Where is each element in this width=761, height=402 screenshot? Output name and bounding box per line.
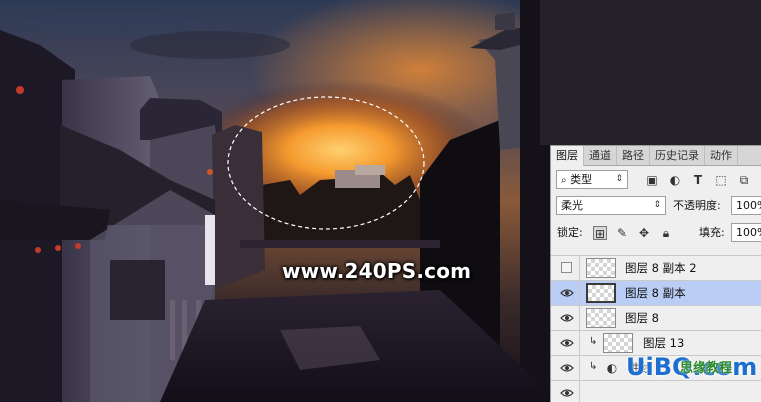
- updown-chevron-icon: ⇕: [615, 174, 623, 184]
- filter-row: ⌕ 类型 ⇕ ▣ ◐ T ⬚ ⧉: [551, 170, 761, 190]
- layer-row-13[interactable]: ↳ 图层 13: [551, 330, 761, 356]
- eye-icon[interactable]: [560, 363, 574, 373]
- layer-row-8[interactable]: 图层 8: [551, 305, 761, 331]
- lock-label: 锁定:: [557, 226, 583, 239]
- visibility-toggle-off[interactable]: [561, 262, 572, 273]
- tab-paths[interactable]: 路径: [617, 146, 650, 165]
- lock-row: 锁定: ⊞ ✎ ✥ 🔒︎ 填充: 100%: [551, 223, 761, 243]
- blend-row: 柔光 ⇕ 不透明度: 100%: [551, 196, 761, 216]
- fill-input[interactable]: 100%: [731, 223, 761, 242]
- eye-icon[interactable]: [560, 388, 574, 398]
- layer-name: 图层 13: [643, 336, 685, 350]
- tab-channels[interactable]: 通道: [584, 146, 617, 165]
- layer-row-8-copy-2[interactable]: 图层 8 副本 2: [551, 255, 761, 281]
- lock-image-pixels-icon[interactable]: ✎: [615, 226, 629, 240]
- layer-thumbnail: [586, 283, 616, 303]
- shape-layer-filter-icon[interactable]: ⬚: [714, 173, 728, 187]
- adjustment-layer-icon: ◐: [606, 361, 618, 375]
- layer-thumbnail: [586, 308, 616, 328]
- adjustment-layer-filter-icon[interactable]: ◐: [668, 173, 682, 187]
- lock-transparent-pixels-icon[interactable]: ⊞: [593, 226, 607, 241]
- type-layer-filter-icon[interactable]: T: [691, 173, 705, 187]
- filter-kind-value: 类型: [570, 173, 593, 186]
- blend-mode-value: 柔光: [561, 199, 583, 212]
- layer-name: 图层 8: [625, 311, 659, 325]
- updown-chevron-icon: ⇕: [653, 200, 661, 210]
- blend-mode-select[interactable]: 柔光 ⇕: [556, 196, 666, 215]
- clipping-mask-arrow-icon: ↳: [589, 361, 598, 372]
- layer-thumbnail: [603, 333, 633, 353]
- opacity-input[interactable]: 100%: [731, 196, 761, 215]
- layer-row-8-copy[interactable]: 图层 8 副本: [551, 280, 761, 306]
- tab-layers[interactable]: 图层: [551, 146, 584, 166]
- layer-thumbnail: [586, 258, 616, 278]
- tab-history[interactable]: 历史记录: [650, 146, 705, 165]
- corner-brand-cn-watermark: 思缘教程: [680, 361, 733, 376]
- eye-icon[interactable]: [560, 313, 574, 323]
- layer-row-partial[interactable]: [551, 380, 761, 402]
- opacity-label: 不透明度:: [673, 199, 721, 212]
- pixel-layer-filter-icon[interactable]: ▣: [645, 173, 659, 187]
- site-watermark: www.240PS.com: [282, 259, 472, 283]
- eye-icon[interactable]: [560, 288, 574, 298]
- fill-label: 填充:: [699, 226, 725, 239]
- search-icon: ⌕: [561, 175, 567, 186]
- lock-position-icon[interactable]: ✥: [637, 226, 651, 240]
- layer-name: 图层 8 副本 2: [625, 261, 697, 275]
- layer-name: 图层 8 副本: [625, 286, 686, 300]
- tab-actions[interactable]: 动作: [705, 146, 738, 165]
- lock-all-icon[interactable]: 🔒︎: [659, 226, 673, 240]
- clipping-mask-arrow-icon: ↳: [589, 336, 598, 347]
- eye-icon[interactable]: [560, 338, 574, 348]
- smart-object-filter-icon[interactable]: ⧉: [737, 173, 751, 187]
- filter-kind-select[interactable]: ⌕ 类型 ⇕: [556, 170, 628, 189]
- panel-tabs: 图层 通道 路径 历史记录 动作: [551, 146, 761, 166]
